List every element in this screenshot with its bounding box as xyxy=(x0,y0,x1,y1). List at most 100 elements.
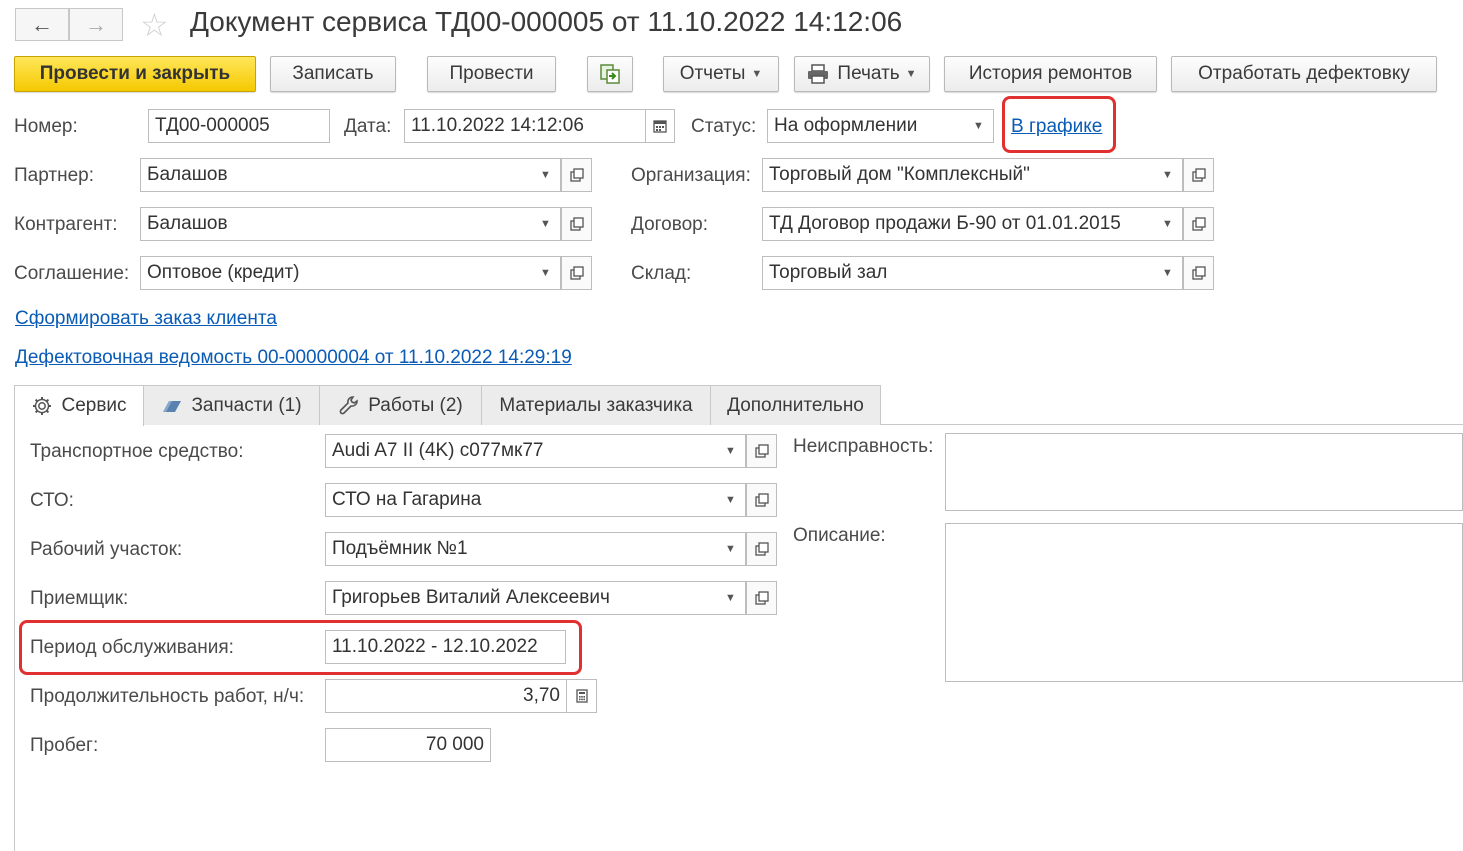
parts-icon xyxy=(161,398,183,414)
status-dropdown-button[interactable]: ▼ xyxy=(964,109,994,143)
open-window-icon xyxy=(569,217,584,231)
malfunction-label: Неисправность: xyxy=(793,436,934,457)
create-customer-order-link[interactable]: Сформировать заказ клиента xyxy=(15,308,277,330)
sto-open-button[interactable] xyxy=(746,483,777,517)
receiver-dropdown-button[interactable]: ▼ xyxy=(716,581,746,615)
warehouse-dropdown-button[interactable]: ▼ xyxy=(1153,256,1183,290)
chevron-down-icon: ▼ xyxy=(725,592,736,604)
calendar-icon xyxy=(653,120,667,133)
receiver-field[interactable]: Григорьев Виталий Алексеевич xyxy=(325,581,717,615)
page-title: Документ сервиса ТД00-000005 от 11.10.20… xyxy=(190,6,903,37)
repair-history-button[interactable]: История ремонтов xyxy=(944,56,1157,92)
number-field[interactable]: ТД00-000005 xyxy=(148,109,330,143)
contract-dropdown-button[interactable]: ▼ xyxy=(1153,207,1183,241)
print-button[interactable]: Печать ▼ xyxy=(794,56,930,92)
create-based-on-icon xyxy=(600,64,620,84)
open-window-icon xyxy=(1191,168,1206,182)
sto-label: СТО: xyxy=(30,490,74,511)
contract-label: Договор: xyxy=(631,214,709,235)
workplace-field[interactable]: Подъёмник №1 xyxy=(325,532,717,566)
warehouse-label: Склад: xyxy=(631,263,692,284)
workplace-dropdown-button[interactable]: ▼ xyxy=(716,532,746,566)
counterparty-field[interactable]: Балашов xyxy=(140,207,532,241)
sto-field[interactable]: СТО на Гагарина xyxy=(325,483,717,517)
counterparty-dropdown-button[interactable]: ▼ xyxy=(531,207,561,241)
sto-dropdown-button[interactable]: ▼ xyxy=(716,483,746,517)
chevron-down-icon: ▼ xyxy=(905,68,917,80)
vehicle-dropdown-button[interactable]: ▼ xyxy=(716,434,746,468)
malfunction-textarea[interactable] xyxy=(945,433,1463,511)
mileage-field[interactable]: 70 000 xyxy=(325,728,491,762)
chevron-down-icon: ▼ xyxy=(725,494,736,506)
open-window-icon xyxy=(754,444,769,458)
contract-open-button[interactable] xyxy=(1183,207,1214,241)
warehouse-open-button[interactable] xyxy=(1183,256,1214,290)
organization-dropdown-button[interactable]: ▼ xyxy=(1153,158,1183,192)
chevron-down-icon: ▼ xyxy=(1162,169,1173,181)
calculator-button[interactable] xyxy=(566,679,597,713)
favorite-star-icon[interactable]: ☆ xyxy=(140,6,169,44)
tab-parts[interactable]: Запчасти (1) xyxy=(143,385,320,425)
highlight-frame xyxy=(1002,96,1116,153)
tab-works[interactable]: Работы (2) xyxy=(319,385,482,425)
organization-field[interactable]: Торговый дом "Комплексный" xyxy=(762,158,1154,192)
wrench-icon xyxy=(338,395,360,417)
agreement-field[interactable]: Оптовое (кредит) xyxy=(140,256,532,290)
tab-panel-border xyxy=(14,424,15,851)
open-window-icon xyxy=(754,542,769,556)
chevron-down-icon: ▼ xyxy=(540,169,551,181)
chevron-down-icon: ▼ xyxy=(751,68,763,80)
printer-icon xyxy=(808,64,829,84)
open-window-icon xyxy=(1191,217,1206,231)
chevron-down-icon: ▼ xyxy=(725,543,736,555)
back-button[interactable]: ← xyxy=(15,8,69,41)
defect-sheet-link[interactable]: Дефектовочная ведомость 00-00000004 от 1… xyxy=(15,347,572,369)
partner-label: Партнер: xyxy=(14,165,94,186)
open-window-icon xyxy=(1191,266,1206,280)
vehicle-open-button[interactable] xyxy=(746,434,777,468)
counterparty-label: Контрагент: xyxy=(14,214,118,235)
forward-button[interactable]: → xyxy=(69,8,123,41)
open-window-icon xyxy=(754,591,769,605)
contract-field[interactable]: ТД Договор продажи Б-90 от 01.01.2015 xyxy=(762,207,1154,241)
chevron-down-icon: ▼ xyxy=(725,445,736,457)
status-field[interactable]: На оформлении xyxy=(767,109,965,143)
counterparty-open-button[interactable] xyxy=(561,207,592,241)
warehouse-field[interactable]: Торговый зал xyxy=(762,256,1154,290)
duration-field[interactable]: 3,70 xyxy=(325,679,567,713)
duration-label: Продолжительность работ, н/ч: xyxy=(30,686,305,707)
calculator-icon xyxy=(575,689,588,703)
organization-label: Организация: xyxy=(631,165,751,186)
tab-service[interactable]: Сервис xyxy=(14,385,144,426)
number-label: Номер: xyxy=(14,116,78,137)
status-label: Статус: xyxy=(691,116,757,137)
chevron-down-icon: ▼ xyxy=(540,218,551,230)
create-based-on-button[interactable] xyxy=(587,56,633,92)
reports-button[interactable]: Отчеты ▼ xyxy=(663,56,779,92)
tab-additional[interactable]: Дополнительно xyxy=(710,385,881,425)
workplace-open-button[interactable] xyxy=(746,532,777,566)
chevron-down-icon: ▼ xyxy=(973,120,984,132)
work-defects-button[interactable]: Отработать дефектовку xyxy=(1171,56,1437,92)
description-label: Описание: xyxy=(793,525,886,546)
vehicle-label: Транспортное средство: xyxy=(30,441,244,462)
agreement-dropdown-button[interactable]: ▼ xyxy=(531,256,561,290)
vehicle-field[interactable]: Audi A7 II (4K) с077мк77 xyxy=(325,434,717,468)
post-and-close-button[interactable]: Провести и закрыть xyxy=(14,56,256,92)
receiver-open-button[interactable] xyxy=(746,581,777,615)
calendar-button[interactable] xyxy=(645,109,675,143)
mileage-label: Пробег: xyxy=(30,735,99,756)
partner-dropdown-button[interactable]: ▼ xyxy=(531,158,561,192)
tab-customer-materials[interactable]: Материалы заказчика xyxy=(481,385,711,425)
date-field[interactable]: 11.10.2022 14:12:06 xyxy=(404,109,646,143)
description-textarea[interactable] xyxy=(945,523,1463,682)
organization-open-button[interactable] xyxy=(1183,158,1214,192)
partner-open-button[interactable] xyxy=(561,158,592,192)
highlight-frame xyxy=(19,620,582,675)
post-button[interactable]: Провести xyxy=(427,56,556,92)
save-button[interactable]: Записать xyxy=(270,56,396,92)
agreement-open-button[interactable] xyxy=(561,256,592,290)
chevron-down-icon: ▼ xyxy=(1162,218,1173,230)
workplace-label: Рабочий участок: xyxy=(30,539,183,560)
partner-field[interactable]: Балашов xyxy=(140,158,532,192)
